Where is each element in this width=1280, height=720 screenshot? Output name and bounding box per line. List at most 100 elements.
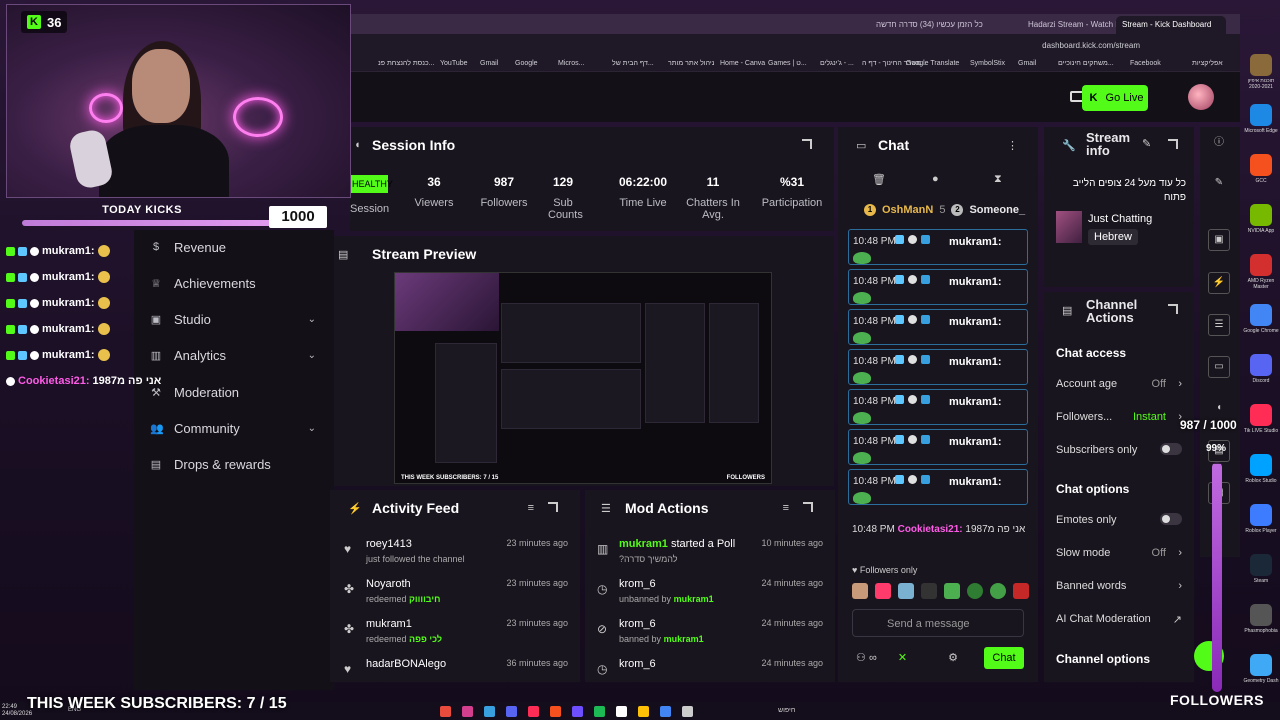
mod-user[interactable]: krom_6 [619, 658, 656, 670]
sidebar-item-analytics[interactable]: ▥ Analytics ⌄ [150, 345, 326, 365]
taskbar-app-icon[interactable] [484, 706, 495, 717]
chat-user[interactable]: mukram1: [949, 436, 1002, 448]
bookmark-link[interactable]: Gmail [1018, 60, 1036, 67]
hourglass-icon[interactable]: ⧗ [994, 173, 1002, 186]
expand-icon[interactable] [548, 502, 558, 512]
taskbar-app-icon[interactable] [682, 706, 693, 717]
desktop-app-icon[interactable] [1250, 104, 1272, 126]
message-icon[interactable]: ● [932, 173, 939, 185]
trash-icon[interactable]: 🗑 [872, 173, 886, 186]
broadcast-icon[interactable]: ◖ [1208, 398, 1230, 420]
browser-tab-active[interactable]: Stream - Kick Dashboard [1116, 16, 1226, 34]
bookmark-link[interactable]: Gmail [480, 60, 498, 67]
emote-icon[interactable] [944, 583, 960, 599]
address-bar[interactable]: dashboard.kick.com/stream [350, 34, 1240, 56]
bookmark-link[interactable]: Games | ט... [768, 60, 807, 67]
list-icon[interactable]: ☰ [1208, 314, 1230, 336]
emotes-only-setting[interactable]: Emotes only [1056, 513, 1184, 526]
bookmark-link[interactable]: כנסת להנצחת פנ... [378, 60, 434, 67]
emote-icon[interactable] [852, 583, 868, 599]
desktop-app-icon[interactable] [1250, 304, 1272, 326]
more-icon[interactable]: ⋮ [1007, 139, 1018, 152]
bookmark-link[interactable]: Home - Canva [720, 60, 765, 67]
heart-emote-icon[interactable] [875, 583, 891, 599]
desktop-app-icon[interactable] [1250, 454, 1272, 476]
taskbar-app-icon[interactable] [572, 706, 583, 717]
go-live-button[interactable]: K Go Live [1082, 85, 1148, 111]
chat-icon[interactable]: ▭ [1208, 356, 1230, 378]
followers-setting[interactable]: Followers... Instant › [1056, 411, 1184, 423]
sidebar-item-studio[interactable]: ▣ Studio ⌄ [150, 309, 326, 329]
desktop-app-icon[interactable] [1250, 654, 1272, 676]
info-icon[interactable]: ⓘ [1208, 133, 1230, 155]
taskbar-app-icon[interactable] [594, 706, 605, 717]
desktop-app-icon[interactable] [1250, 554, 1272, 576]
pencil-icon[interactable]: ✎ [1208, 173, 1230, 195]
feed-user[interactable]: mukram1 [366, 618, 412, 630]
taskbar-app-icon[interactable] [550, 706, 561, 717]
sidebar-item-achievements[interactable]: ♕ Achievements [150, 273, 326, 293]
emote-icon[interactable] [967, 583, 983, 599]
taskbar-app-icon[interactable] [638, 706, 649, 717]
edit-icon[interactable]: ✎ [1142, 137, 1151, 150]
taskbar-app-icon[interactable] [462, 706, 473, 717]
expand-icon[interactable] [1168, 304, 1178, 314]
taskbar-app-icon[interactable] [440, 706, 451, 717]
gear-icon[interactable]: ⚙ [948, 652, 958, 664]
sidebar-item-community[interactable]: 👥 Community ⌄ [150, 418, 326, 438]
lightning-icon[interactable]: ⚡ [1208, 272, 1230, 294]
bookmark-link[interactable]: אפליקציות [1192, 60, 1223, 67]
bookmark-link[interactable]: Google [515, 60, 538, 67]
people-icon[interactable]: ⚇ [856, 652, 866, 664]
sidebar-item-drops[interactable]: ▤ Drops & rewards [150, 454, 326, 474]
desktop-app-icon[interactable] [1250, 404, 1272, 426]
desktop-app-icon[interactable] [1250, 54, 1272, 76]
sidebar-item-moderation[interactable]: ⚒ Moderation [150, 382, 326, 402]
bookmark-link[interactable]: דף הבית של... [612, 60, 654, 67]
desktop-app-icon[interactable] [1250, 354, 1272, 376]
expand-icon[interactable] [803, 502, 813, 512]
expand-icon[interactable] [1168, 139, 1178, 149]
emote-icon[interactable] [1013, 583, 1029, 599]
mod-user[interactable]: krom_6 [619, 618, 656, 630]
feed-user[interactable]: Noyaroth [366, 578, 411, 590]
emote-icon[interactable] [921, 583, 937, 599]
avatar[interactable] [1188, 84, 1214, 110]
desktop-app-icon[interactable] [1250, 504, 1272, 526]
leader-user[interactable]: Someone_ [969, 204, 1025, 216]
stream-preview-image[interactable]: THIS WEEK SUBSCRIBERS: 7 / 15 FOLLOWERS [394, 272, 772, 484]
chat-user[interactable]: mukram1: [949, 316, 1002, 328]
chat-user[interactable]: mukram1: [949, 276, 1002, 288]
sidebar-item-revenue[interactable]: $ Revenue [150, 237, 326, 257]
chat-user[interactable]: Cookietasi21: [898, 524, 963, 535]
chat-send-button[interactable]: Chat [984, 647, 1024, 669]
kick-icon[interactable]: ✕ [898, 652, 907, 664]
taskbar-app-icon[interactable] [506, 706, 517, 717]
banned-words-setting[interactable]: Banned words › [1056, 580, 1184, 592]
chat-user[interactable]: mukram1: [949, 236, 1002, 248]
chat-user[interactable]: mukram1: [949, 356, 1002, 368]
mod-user[interactable]: krom_6 [619, 578, 656, 590]
browser-tab[interactable]: כל הזמן עכשיו (34) סדרה חדשה [870, 16, 1020, 34]
chat-user[interactable]: mukram1: [949, 396, 1002, 408]
desktop-app-icon[interactable] [1250, 204, 1272, 226]
taskbar-app-icon[interactable] [660, 706, 671, 717]
feed-user[interactable]: roey1413 [366, 538, 412, 550]
account-age-setting[interactable]: Account age Off › [1056, 378, 1184, 390]
bookmark-link[interactable]: ניהול אתר מותר [668, 60, 714, 67]
bookmark-link[interactable]: Google Translate [906, 60, 959, 67]
desktop-app-icon[interactable] [1250, 154, 1272, 176]
chat-input[interactable]: Send a message [852, 609, 1024, 637]
taskbar-search[interactable]: חיפוש [778, 707, 795, 714]
filter-icon[interactable]: ≡ [528, 502, 534, 514]
infinity-icon[interactable]: ∞ [869, 652, 877, 664]
emote-icon[interactable] [898, 583, 914, 599]
bookmark-link[interactable]: YouTube [440, 60, 468, 67]
expand-icon[interactable] [802, 139, 812, 149]
filter-icon[interactable]: ≡ [783, 502, 789, 514]
bookmark-link[interactable]: Facebook [1130, 60, 1161, 67]
taskbar-app-icon[interactable] [616, 706, 627, 717]
leader-user[interactable]: OshManN [882, 204, 933, 216]
subscribers-only-setting[interactable]: Subscribers only [1056, 443, 1184, 456]
ai-moderation-setting[interactable]: AI Chat Moderation ↗ [1056, 613, 1184, 626]
